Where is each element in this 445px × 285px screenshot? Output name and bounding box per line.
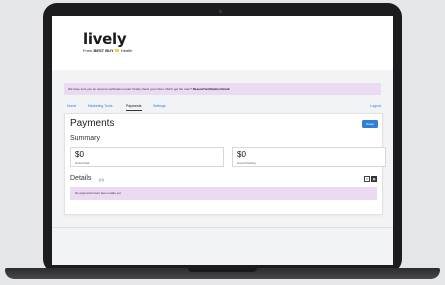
details-heading: Details — [70, 175, 92, 182]
webcam — [219, 10, 222, 13]
verification-alert: We have sent you an account verification… — [64, 83, 381, 95]
list-icon: ≡ — [366, 177, 368, 181]
nav-tabs: Home Marketing Tools Payments Settings L… — [64, 102, 381, 111]
amount-paid-label: Amount Paid — [75, 162, 90, 165]
payments-card: Payments Setup Summary $0 Amount Paid $0… — [64, 113, 386, 215]
amount-paid-value: $0 — [75, 150, 84, 159]
grid-icon: ▦ — [372, 177, 376, 181]
empty-payments-message: No payments have been made yet — [70, 187, 377, 200]
amount-pending-box: $0 Amount Pending — [232, 147, 386, 167]
laptop-notch — [188, 268, 257, 272]
footer-divider — [52, 227, 393, 228]
amount-pending-label: Amount Pending — [237, 162, 256, 165]
alert-message: We have sent you an account verification… — [68, 87, 193, 91]
app-screen: lively From BEST BUY Health We have sent… — [52, 16, 393, 265]
logout-link[interactable]: Logout — [370, 102, 381, 110]
page-title: Payments — [70, 118, 115, 129]
logo-wordmark: lively — [83, 30, 127, 48]
laptop-frame: lively From BEST BUY Health We have sent… — [43, 3, 402, 273]
tab-marketing-tools[interactable]: Marketing Tools — [88, 102, 112, 110]
summary-heading: Summary — [70, 135, 100, 142]
amount-paid-box: $0 Amount Paid — [70, 147, 224, 167]
grid-view-button[interactable]: ▦ — [371, 176, 377, 182]
tab-settings[interactable]: Settings — [153, 102, 166, 110]
list-view-button[interactable]: ≡ — [364, 176, 370, 182]
tab-home[interactable]: Home — [67, 102, 76, 110]
tab-payments[interactable]: Payments — [126, 102, 142, 111]
details-count: (0) — [99, 177, 104, 182]
resend-verification-link[interactable]: Resend Verification Email — [193, 87, 230, 91]
amount-pending-value: $0 — [237, 150, 246, 159]
best-buy-tag-icon — [114, 49, 119, 53]
lively-logo[interactable]: lively From BEST BUY Health — [83, 30, 133, 54]
logo-tagline: From BEST BUY Health — [83, 48, 133, 53]
setup-button[interactable]: Setup — [362, 120, 378, 128]
app-header: lively From BEST BUY Health — [52, 16, 393, 70]
